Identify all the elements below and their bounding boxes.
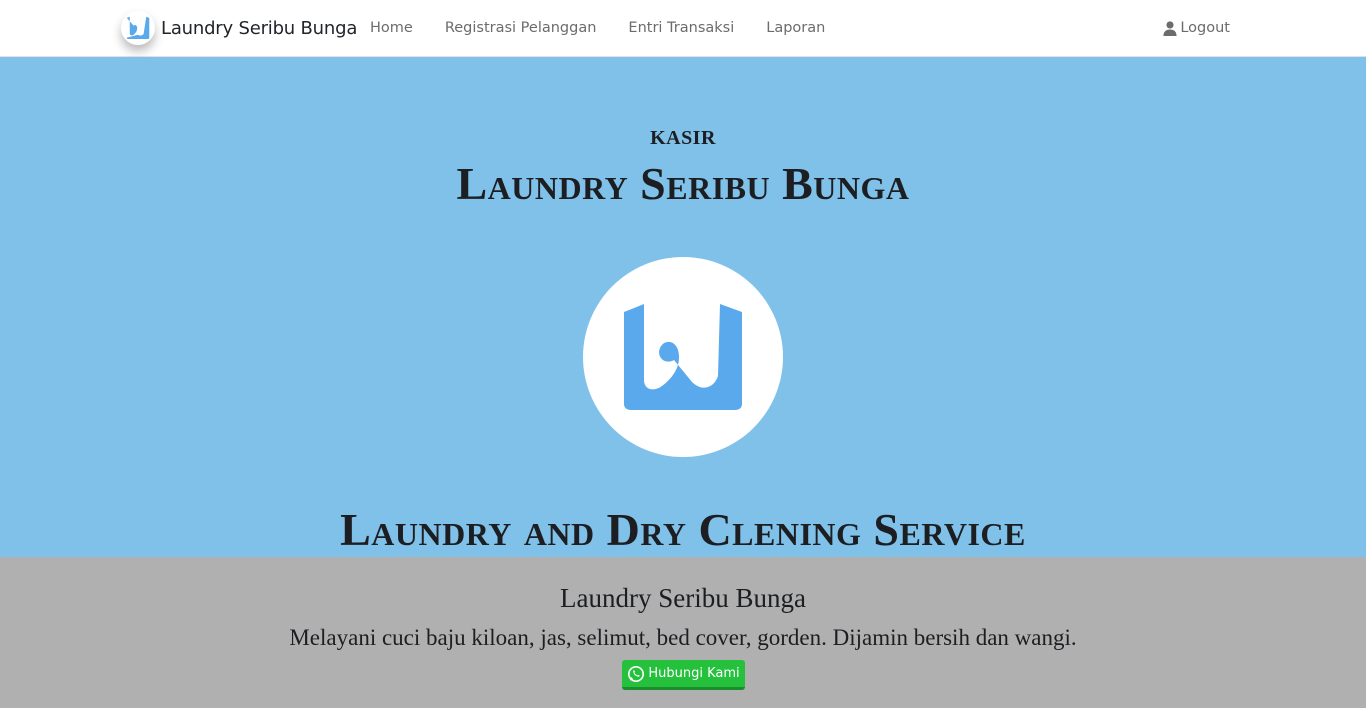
nav-link-registrasi-pelanggan[interactable]: Registrasi Pelanggan (429, 20, 613, 36)
hero-tagline: Laundry and Dry Clening Service (340, 504, 1026, 555)
hero-logo (583, 257, 783, 457)
laundry-logo-icon (624, 304, 742, 410)
laundry-logo-icon (121, 11, 155, 45)
contact-button-label: Hubungi Kami (648, 666, 740, 681)
nav-link-laporan[interactable]: Laporan (750, 20, 841, 36)
brand-name: Laundry Seribu Bunga (161, 17, 358, 39)
logout-link[interactable]: Logout (1163, 0, 1230, 56)
footer-description: Melayani cuci baju kiloan, jas, selimut,… (289, 625, 1077, 650)
top-navbar: Laundry Seribu Bunga Home Registrasi Pel… (0, 0, 1366, 57)
brand-link[interactable]: Laundry Seribu Bunga (121, 11, 357, 45)
nav-link-entri-transaksi[interactable]: Entri Transaksi (612, 20, 750, 36)
logout-label: Logout (1180, 20, 1230, 36)
hero-kicker: KASIR (650, 127, 716, 149)
whatsapp-icon (628, 665, 645, 682)
nav-link-home[interactable]: Home (354, 20, 429, 36)
hero-title: Laundry Seribu Bunga (456, 158, 910, 209)
footer-title: Laundry Seribu Bunga (560, 583, 806, 613)
footer-section: Laundry Seribu Bunga Melayani cuci baju … (0, 557, 1366, 708)
user-icon (1163, 20, 1177, 36)
hero-section: KASIR Laundry Seribu Bunga Laundry and D… (0, 57, 1366, 557)
nav-links: Home Registrasi Pelanggan Entri Transaks… (354, 0, 841, 56)
contact-button[interactable]: Hubungi Kami (622, 660, 745, 690)
